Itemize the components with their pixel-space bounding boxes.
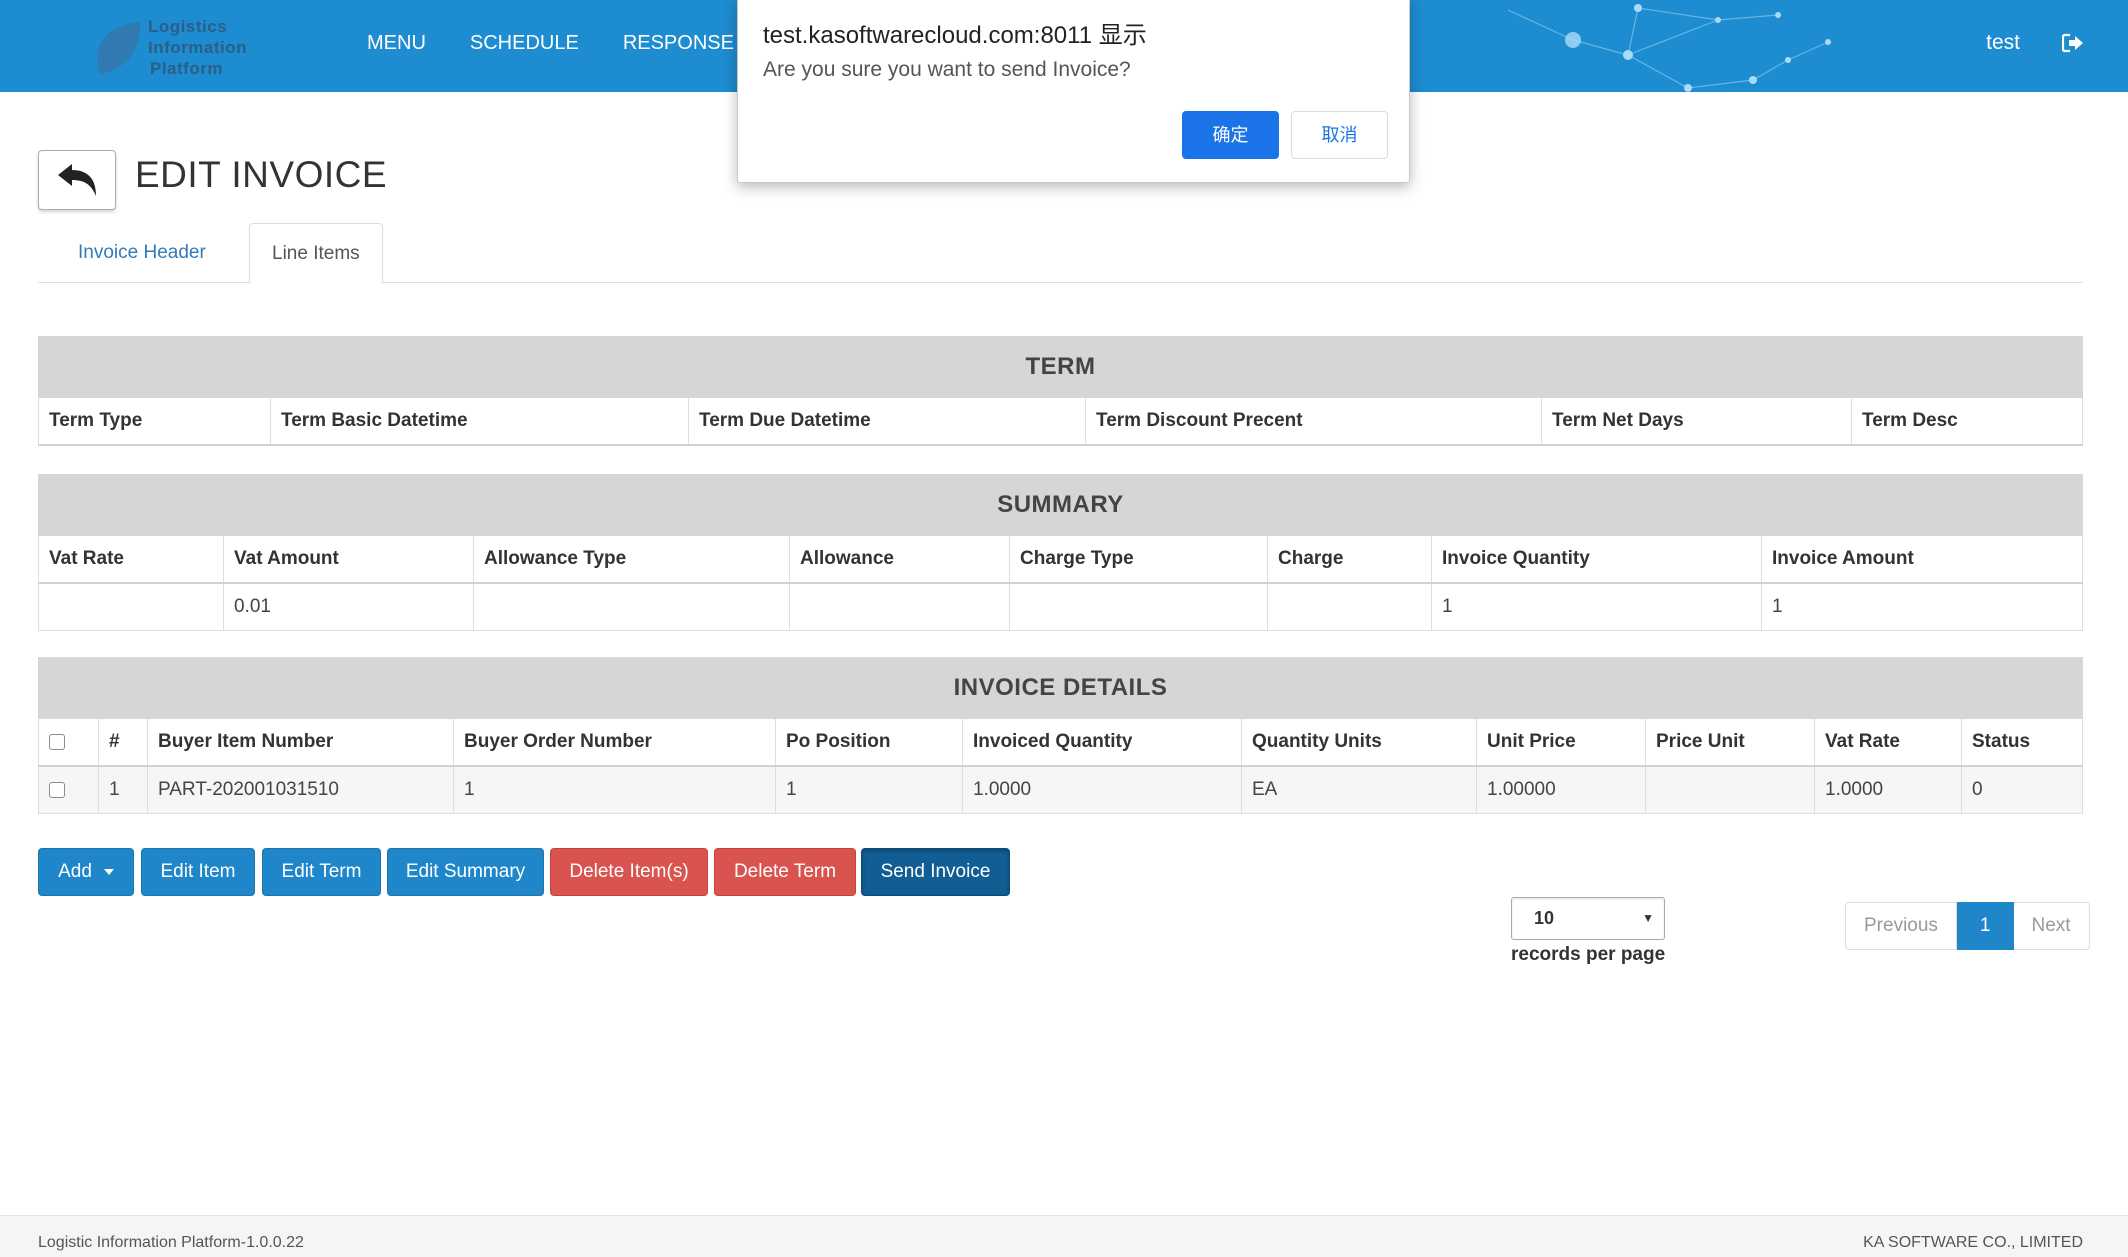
cell-invoiced-quantity: 1.0000 — [962, 765, 1242, 814]
tab-bar: Invoice Header Line Items — [38, 223, 2083, 284]
col-vat-rate: Vat Rate — [1814, 718, 1962, 767]
edit-term-button[interactable]: Edit Term — [262, 848, 381, 896]
add-dropdown-button[interactable]: Add — [38, 848, 134, 896]
cell-po-position: 1 — [775, 765, 963, 814]
cell-status: 0 — [1961, 765, 2083, 814]
dialog-cancel-button[interactable]: 取消 — [1291, 111, 1388, 159]
term-table: TERM Term Type Term Basic Datetime Term … — [38, 336, 2083, 446]
edit-summary-button[interactable]: Edit Summary — [387, 848, 544, 896]
logo-text: Logistics Information Platform — [148, 17, 247, 78]
col-vat-rate: Vat Rate — [38, 535, 224, 584]
col-allowance-type: Allowance Type — [473, 535, 790, 584]
cell-buyer-item-number: PART-202001031510 — [147, 765, 454, 814]
col-invoice-quantity: Invoice Quantity — [1431, 535, 1762, 584]
nav-menu[interactable]: MENU — [345, 0, 448, 92]
col-term-type: Term Type — [38, 397, 271, 446]
records-per-page-select[interactable]: 10 ▼ — [1511, 897, 1665, 940]
cell-charge — [1267, 582, 1432, 631]
footer-company: KA SOFTWARE CO., LIMITED — [1863, 1234, 2083, 1251]
cell-select — [38, 765, 99, 814]
col-term-discount-precent: Term Discount Precent — [1085, 397, 1542, 446]
col-select-all — [38, 718, 99, 767]
main-menu: MENU SCHEDULE RESPONSE — [345, 0, 756, 92]
nav-schedule[interactable]: SCHEDULE — [448, 0, 601, 92]
dialog-title: test.kasoftwarecloud.com:8011 显示 — [763, 22, 1147, 49]
cell-charge-type — [1009, 582, 1268, 631]
col-charge: Charge — [1267, 535, 1432, 584]
footer: Logistic Information Platform-1.0.0.22 K… — [0, 1215, 2128, 1257]
col-index: # — [98, 718, 148, 767]
tab-line-items[interactable]: Line Items — [249, 223, 383, 284]
col-buyer-order-number: Buyer Order Number — [453, 718, 776, 767]
cell-invoice-amount: 1 — [1761, 582, 2083, 631]
dialog-message: Are you sure you want to send Invoice? — [763, 58, 1131, 81]
cell-invoice-quantity: 1 — [1431, 582, 1762, 631]
row-checkbox[interactable] — [49, 781, 65, 798]
page-1-button[interactable]: 1 — [1956, 902, 2014, 950]
network-background-graphic — [1507, 4, 1831, 92]
col-term-net-days: Term Net Days — [1541, 397, 1852, 446]
platform-logo[interactable]: Logistics Information Platform — [92, 14, 272, 80]
col-price-unit: Price Unit — [1645, 718, 1815, 767]
back-arrow-icon — [58, 164, 96, 196]
user-name[interactable]: test — [1986, 0, 2020, 86]
col-term-basic-datetime: Term Basic Datetime — [270, 397, 689, 446]
col-vat-amount: Vat Amount — [223, 535, 474, 584]
tab-invoice-header[interactable]: Invoice Header — [56, 223, 228, 283]
dialog-ok-button[interactable]: 确定 — [1182, 111, 1279, 159]
col-term-desc: Term Desc — [1851, 397, 2083, 446]
cell-allowance — [789, 582, 1010, 631]
cell-vat-amount: 0.01 — [223, 582, 474, 631]
col-quantity-units: Quantity Units — [1241, 718, 1477, 767]
records-per-page-label: records per page — [1511, 944, 1666, 965]
footer-version: Logistic Information Platform-1.0.0.22 — [38, 1234, 304, 1251]
cell-vat-rate: 1.0000 — [1814, 765, 1962, 814]
edit-item-button[interactable]: Edit Item — [141, 848, 255, 896]
cell-quantity-units: EA — [1241, 765, 1477, 814]
col-term-due-datetime: Term Due Datetime — [688, 397, 1086, 446]
summary-table: SUMMARY Vat Rate Vat Amount Allowance Ty… — [38, 474, 2083, 631]
col-po-position: Po Position — [775, 718, 963, 767]
cell-buyer-order-number: 1 — [453, 765, 776, 814]
select-all-checkbox[interactable] — [49, 733, 65, 750]
previous-page-button[interactable]: Previous — [1845, 902, 1957, 950]
col-invoice-amount: Invoice Amount — [1761, 535, 2083, 584]
add-label: Add — [58, 861, 92, 882]
next-page-button[interactable]: Next — [2013, 902, 2090, 950]
pagination: Previous 1 Next — [1845, 902, 2090, 950]
cell-allowance-type — [473, 582, 790, 631]
nav-response[interactable]: RESPONSE — [601, 0, 756, 92]
cell-index: 1 — [98, 765, 148, 814]
send-invoice-button[interactable]: Send Invoice — [861, 848, 1010, 896]
select-arrow-icon: ▼ — [1642, 911, 1654, 925]
cell-unit-price: 1.00000 — [1476, 765, 1646, 814]
page-title: EDIT INVOICE — [135, 154, 388, 195]
col-status: Status — [1961, 718, 2083, 767]
leaf-logo-icon — [97, 22, 141, 74]
back-button[interactable] — [38, 150, 116, 210]
summary-row: 0.01 1 1 — [38, 582, 2083, 631]
confirm-dialog: test.kasoftwarecloud.com:8011 显示 Are you… — [737, 0, 1410, 183]
col-invoiced-quantity: Invoiced Quantity — [962, 718, 1242, 767]
col-buyer-item-number: Buyer Item Number — [147, 718, 454, 767]
invoice-details-caption: INVOICE DETAILS — [38, 657, 2083, 719]
caret-down-icon — [103, 868, 114, 875]
cell-price-unit — [1645, 765, 1815, 814]
cell-vat-rate — [38, 582, 224, 631]
delete-term-button[interactable]: Delete Term — [714, 848, 856, 896]
invoice-details-table: INVOICE DETAILS # Buyer Item Number Buye… — [38, 657, 2083, 814]
col-charge-type: Charge Type — [1009, 535, 1268, 584]
summary-caption: SUMMARY — [38, 474, 2083, 536]
delete-items-button[interactable]: Delete Item(s) — [550, 848, 708, 896]
col-allowance: Allowance — [789, 535, 1010, 584]
logout-icon[interactable] — [2062, 33, 2084, 53]
col-unit-price: Unit Price — [1476, 718, 1646, 767]
table-row[interactable]: 1 PART-202001031510 1 1 1.0000 EA 1.0000… — [38, 765, 2083, 814]
records-per-page-value: 10 — [1534, 908, 1555, 928]
term-caption: TERM — [38, 336, 2083, 398]
